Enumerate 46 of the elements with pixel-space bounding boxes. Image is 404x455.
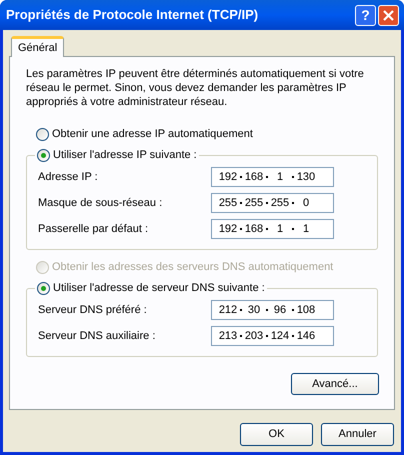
ip-address-field[interactable]: 212 30 96 108 [211, 300, 334, 320]
radio-button[interactable] [37, 282, 50, 295]
radio-label: Utiliser l'adresse IP suivante : [53, 148, 197, 164]
octet-text: 192 [218, 222, 238, 237]
octet-text: 255 [270, 196, 290, 211]
octet-text: 255 [244, 196, 264, 211]
close-button[interactable] [378, 4, 399, 26]
radio-label: Utiliser l'adresse de serveur DNS suivante : [53, 281, 265, 296]
tab[interactable]: Général [11, 36, 64, 57]
octet-text: 1 [276, 222, 284, 237]
octet-text: 192 [218, 170, 238, 185]
window-title: Propriétés de Protocole Internet (TCP/IP) [6, 6, 260, 24]
ip-address-field[interactable]: 213 203 124 146 [211, 326, 334, 346]
radio-button[interactable] [36, 128, 49, 141]
octet-text: 168 [244, 170, 264, 185]
field-label: Serveur DNS auxiliaire : [38, 328, 156, 344]
field-label: Masque de sous-réseau : [38, 196, 162, 211]
ip-address-field[interactable]: 255 255 255 0 [211, 193, 334, 213]
octet-text: 130 [296, 170, 316, 185]
octet-text: 0 [302, 196, 310, 211]
radio-label: Obtenir les adresses des serveurs DNS automatiquement [52, 260, 334, 276]
octet-text: 108 [296, 302, 316, 318]
advanced-button[interactable]: Avancé... [291, 373, 379, 395]
octet-text: 212 [218, 302, 238, 318]
octet-text: 146 [296, 328, 316, 344]
radio-button[interactable] [37, 149, 50, 162]
octet-text: 203 [244, 328, 264, 344]
field-label: Adresse IP : [38, 170, 98, 185]
field-label: Serveur DNS préféré : [38, 302, 147, 318]
octet-text: 124 [270, 328, 290, 344]
help-button[interactable]: ? [355, 4, 376, 26]
octet-text: 1 [302, 222, 310, 237]
octet-text: 30 [246, 302, 262, 318]
octet-text: 213 [218, 328, 238, 344]
close-icon [383, 10, 394, 20]
octet-text: 96 [272, 302, 288, 318]
field-label: Passerelle par défaut : [38, 222, 148, 237]
intro-text: Les paramètres IP peuvent être déterminés automatiquement si votre réseau le permet. Sinon, vous devez demander les paramètres IP appropriés à votre administrateur réseau. [26, 67, 365, 109]
dialog-button[interactable]: Annuler [321, 423, 394, 446]
octet-text: 255 [218, 196, 238, 211]
ip-address-field[interactable]: 192 168 1 130 [211, 167, 334, 187]
octet-text: 168 [244, 222, 264, 237]
octet-text: 1 [276, 170, 284, 185]
radio-label: Obtenir une adresse IP automatiquement [52, 127, 253, 142]
ip-address-field[interactable]: 192 168 1 1 [211, 219, 334, 239]
dialog-button[interactable]: OK [240, 423, 313, 446]
